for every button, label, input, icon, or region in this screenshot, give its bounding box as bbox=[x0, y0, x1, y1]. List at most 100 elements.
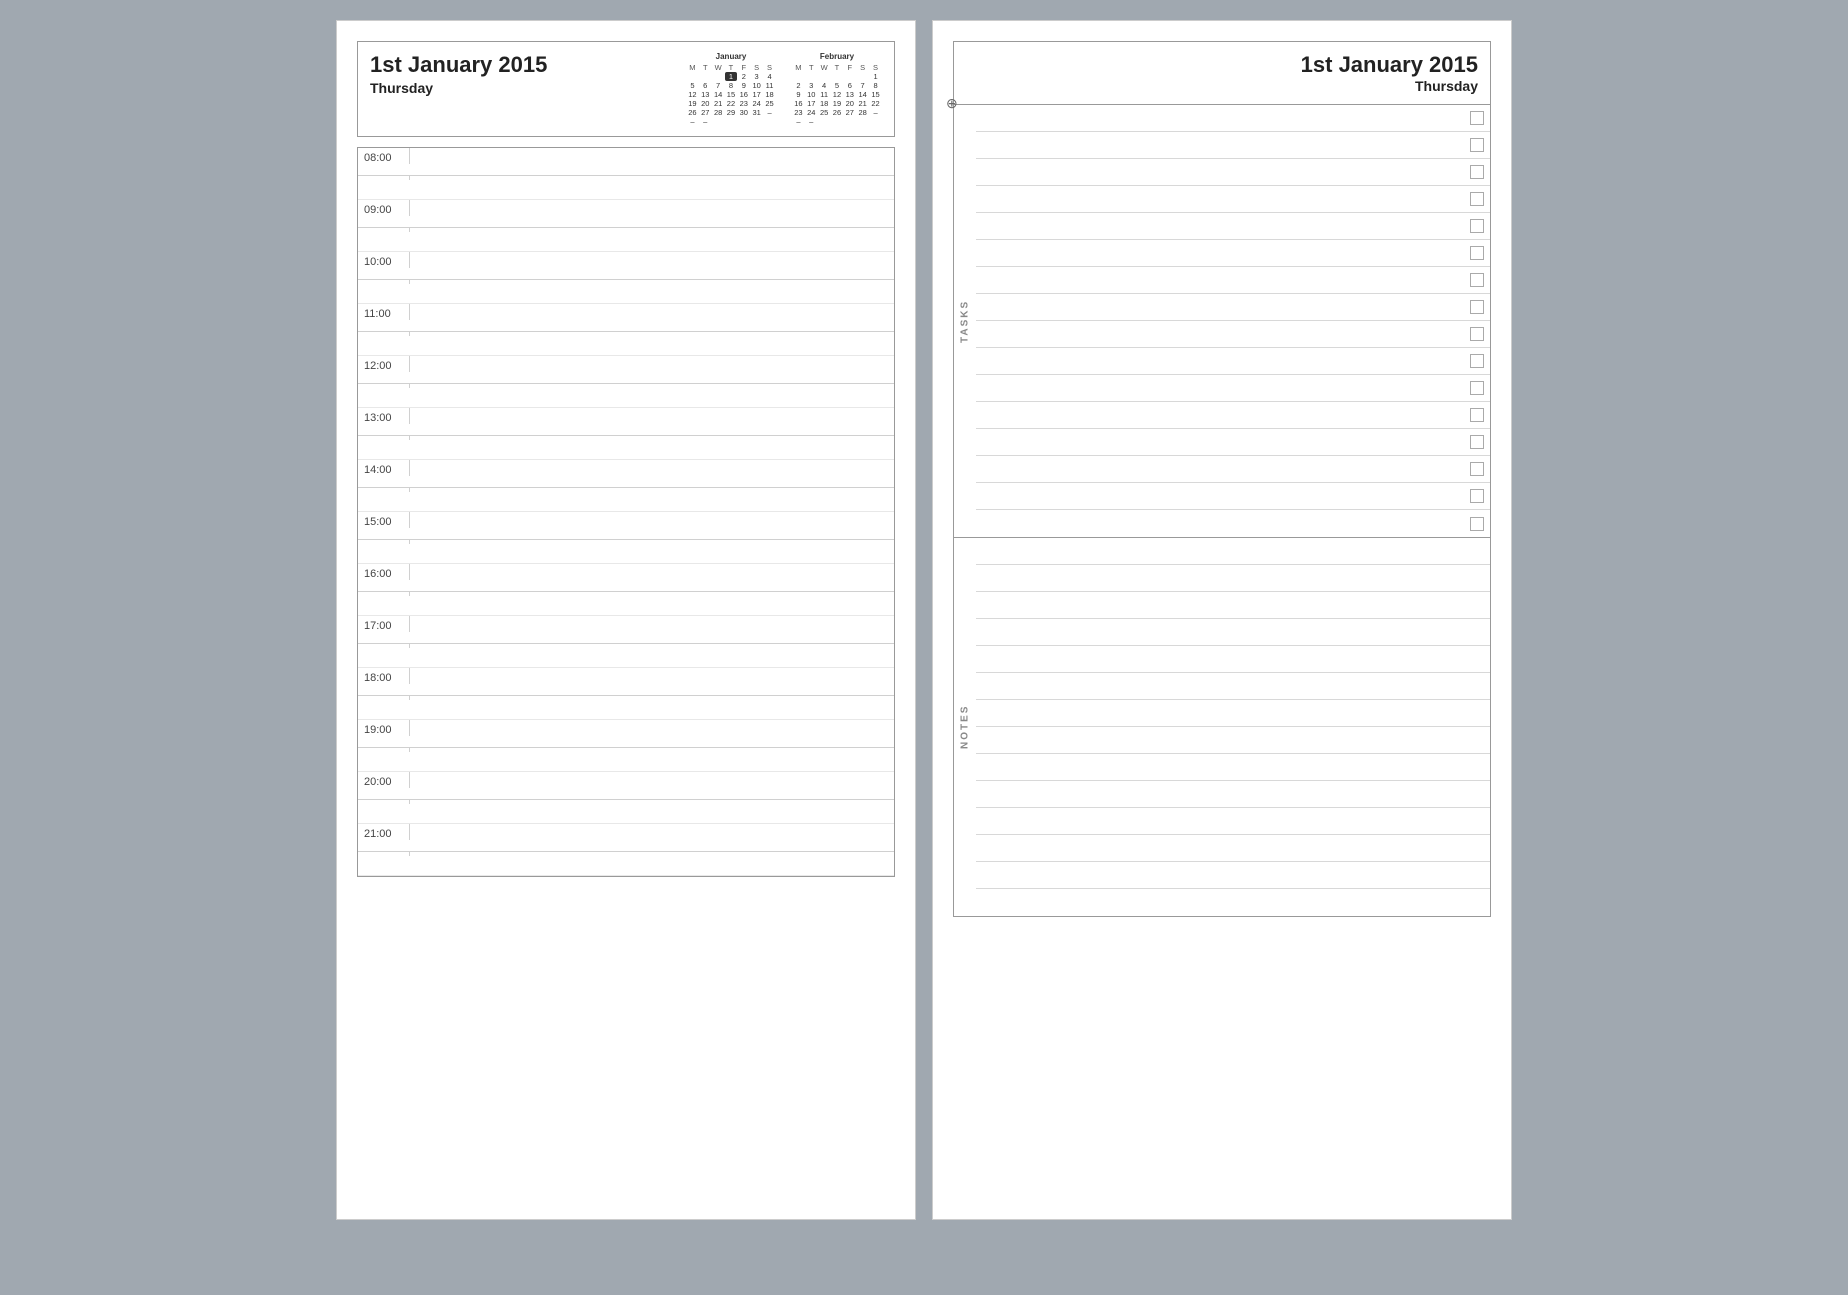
cal-cell: – bbox=[763, 108, 776, 117]
note-row[interactable] bbox=[976, 700, 1490, 727]
half-time-label bbox=[358, 332, 410, 336]
task-checkbox[interactable] bbox=[1470, 517, 1484, 531]
time-label: 18:00 bbox=[358, 668, 410, 684]
note-row[interactable] bbox=[976, 781, 1490, 808]
half-time-row[interactable] bbox=[358, 280, 894, 304]
task-row[interactable] bbox=[976, 402, 1490, 429]
half-time-row[interactable] bbox=[358, 228, 894, 252]
task-checkbox[interactable] bbox=[1470, 273, 1484, 287]
note-row[interactable] bbox=[976, 619, 1490, 646]
time-row[interactable]: 13:00 bbox=[358, 408, 894, 436]
task-row[interactable] bbox=[976, 321, 1490, 348]
task-checkbox[interactable] bbox=[1470, 489, 1484, 503]
half-time-row[interactable] bbox=[358, 800, 894, 824]
time-row[interactable]: 12:00 bbox=[358, 356, 894, 384]
task-checkbox[interactable] bbox=[1470, 327, 1484, 341]
time-row[interactable]: 20:00 bbox=[358, 772, 894, 800]
cal-cell: 22 bbox=[725, 99, 738, 108]
note-row[interactable] bbox=[976, 538, 1490, 565]
cal-cell: 2 bbox=[792, 81, 805, 90]
cal-cell: 20 bbox=[843, 99, 856, 108]
task-checkbox[interactable] bbox=[1470, 219, 1484, 233]
time-row[interactable]: 08:00 bbox=[358, 148, 894, 176]
task-checkbox[interactable] bbox=[1470, 354, 1484, 368]
task-checkbox[interactable] bbox=[1470, 138, 1484, 152]
task-row[interactable] bbox=[976, 429, 1490, 456]
half-time-row[interactable] bbox=[358, 540, 894, 564]
time-label: 12:00 bbox=[358, 356, 410, 372]
task-row[interactable] bbox=[976, 159, 1490, 186]
cal-cell: 19 bbox=[686, 99, 699, 108]
task-row[interactable] bbox=[976, 375, 1490, 402]
note-row[interactable] bbox=[976, 862, 1490, 889]
task-checkbox[interactable] bbox=[1470, 381, 1484, 395]
time-row[interactable]: 19:00 bbox=[358, 720, 894, 748]
note-row[interactable] bbox=[976, 673, 1490, 700]
time-row[interactable]: 10:00 bbox=[358, 252, 894, 280]
task-row[interactable] bbox=[976, 186, 1490, 213]
cal-cell: 4 bbox=[763, 72, 776, 81]
jan-col-m: M bbox=[686, 63, 699, 72]
task-row[interactable] bbox=[976, 510, 1490, 537]
half-time-label bbox=[358, 592, 410, 596]
note-row[interactable] bbox=[976, 808, 1490, 835]
time-label: 14:00 bbox=[358, 460, 410, 476]
feb-col-w: W bbox=[818, 63, 831, 72]
task-row[interactable] bbox=[976, 456, 1490, 483]
time-row[interactable]: 15:00 bbox=[358, 512, 894, 540]
task-checkbox[interactable] bbox=[1470, 246, 1484, 260]
note-row[interactable] bbox=[976, 592, 1490, 619]
cal-cell bbox=[856, 117, 869, 126]
cal-cell bbox=[792, 72, 805, 81]
time-row[interactable]: 11:00 bbox=[358, 304, 894, 332]
time-row[interactable]: 17:00 bbox=[358, 616, 894, 644]
task-checkbox[interactable] bbox=[1470, 111, 1484, 125]
note-row[interactable] bbox=[976, 754, 1490, 781]
task-checkbox[interactable] bbox=[1470, 462, 1484, 476]
cal-cell: 4 bbox=[818, 81, 831, 90]
cal-cell: 7 bbox=[712, 81, 725, 90]
time-row[interactable]: 14:00 bbox=[358, 460, 894, 488]
time-row[interactable]: 21:00 bbox=[358, 824, 894, 852]
task-row[interactable] bbox=[976, 213, 1490, 240]
half-time-row[interactable] bbox=[358, 852, 894, 876]
notes-rows bbox=[976, 538, 1490, 916]
half-time-row[interactable] bbox=[358, 748, 894, 772]
cal-cell: 10 bbox=[750, 81, 763, 90]
half-time-row[interactable] bbox=[358, 332, 894, 356]
half-time-row[interactable] bbox=[358, 436, 894, 460]
half-time-label bbox=[358, 540, 410, 544]
task-row[interactable] bbox=[976, 348, 1490, 375]
cal-cell: 29 bbox=[725, 108, 738, 117]
task-checkbox[interactable] bbox=[1470, 435, 1484, 449]
note-row[interactable] bbox=[976, 889, 1490, 916]
half-time-row[interactable] bbox=[358, 384, 894, 408]
half-time-row[interactable] bbox=[358, 592, 894, 616]
task-row[interactable] bbox=[976, 294, 1490, 321]
note-row[interactable] bbox=[976, 835, 1490, 862]
task-row[interactable] bbox=[976, 267, 1490, 294]
task-row[interactable] bbox=[976, 483, 1490, 510]
half-time-row[interactable] bbox=[358, 488, 894, 512]
task-row[interactable] bbox=[976, 132, 1490, 159]
half-time-row[interactable] bbox=[358, 176, 894, 200]
task-checkbox[interactable] bbox=[1470, 300, 1484, 314]
task-row[interactable] bbox=[976, 105, 1490, 132]
cal-cell: 15 bbox=[869, 90, 882, 99]
note-row[interactable] bbox=[976, 727, 1490, 754]
half-time-row[interactable] bbox=[358, 644, 894, 668]
task-checkbox[interactable] bbox=[1470, 165, 1484, 179]
feb-cal-title: February bbox=[792, 52, 882, 61]
right-day-name: Thursday bbox=[966, 78, 1478, 94]
half-time-label bbox=[358, 176, 410, 180]
task-checkbox[interactable] bbox=[1470, 408, 1484, 422]
time-row[interactable]: 09:00 bbox=[358, 200, 894, 228]
note-row[interactable] bbox=[976, 565, 1490, 592]
time-row[interactable]: 16:00 bbox=[358, 564, 894, 592]
half-time-row[interactable] bbox=[358, 696, 894, 720]
time-row[interactable]: 18:00 bbox=[358, 668, 894, 696]
note-row[interactable] bbox=[976, 646, 1490, 673]
task-row[interactable] bbox=[976, 240, 1490, 267]
task-checkbox[interactable] bbox=[1470, 192, 1484, 206]
jan-col-w: W bbox=[712, 63, 725, 72]
